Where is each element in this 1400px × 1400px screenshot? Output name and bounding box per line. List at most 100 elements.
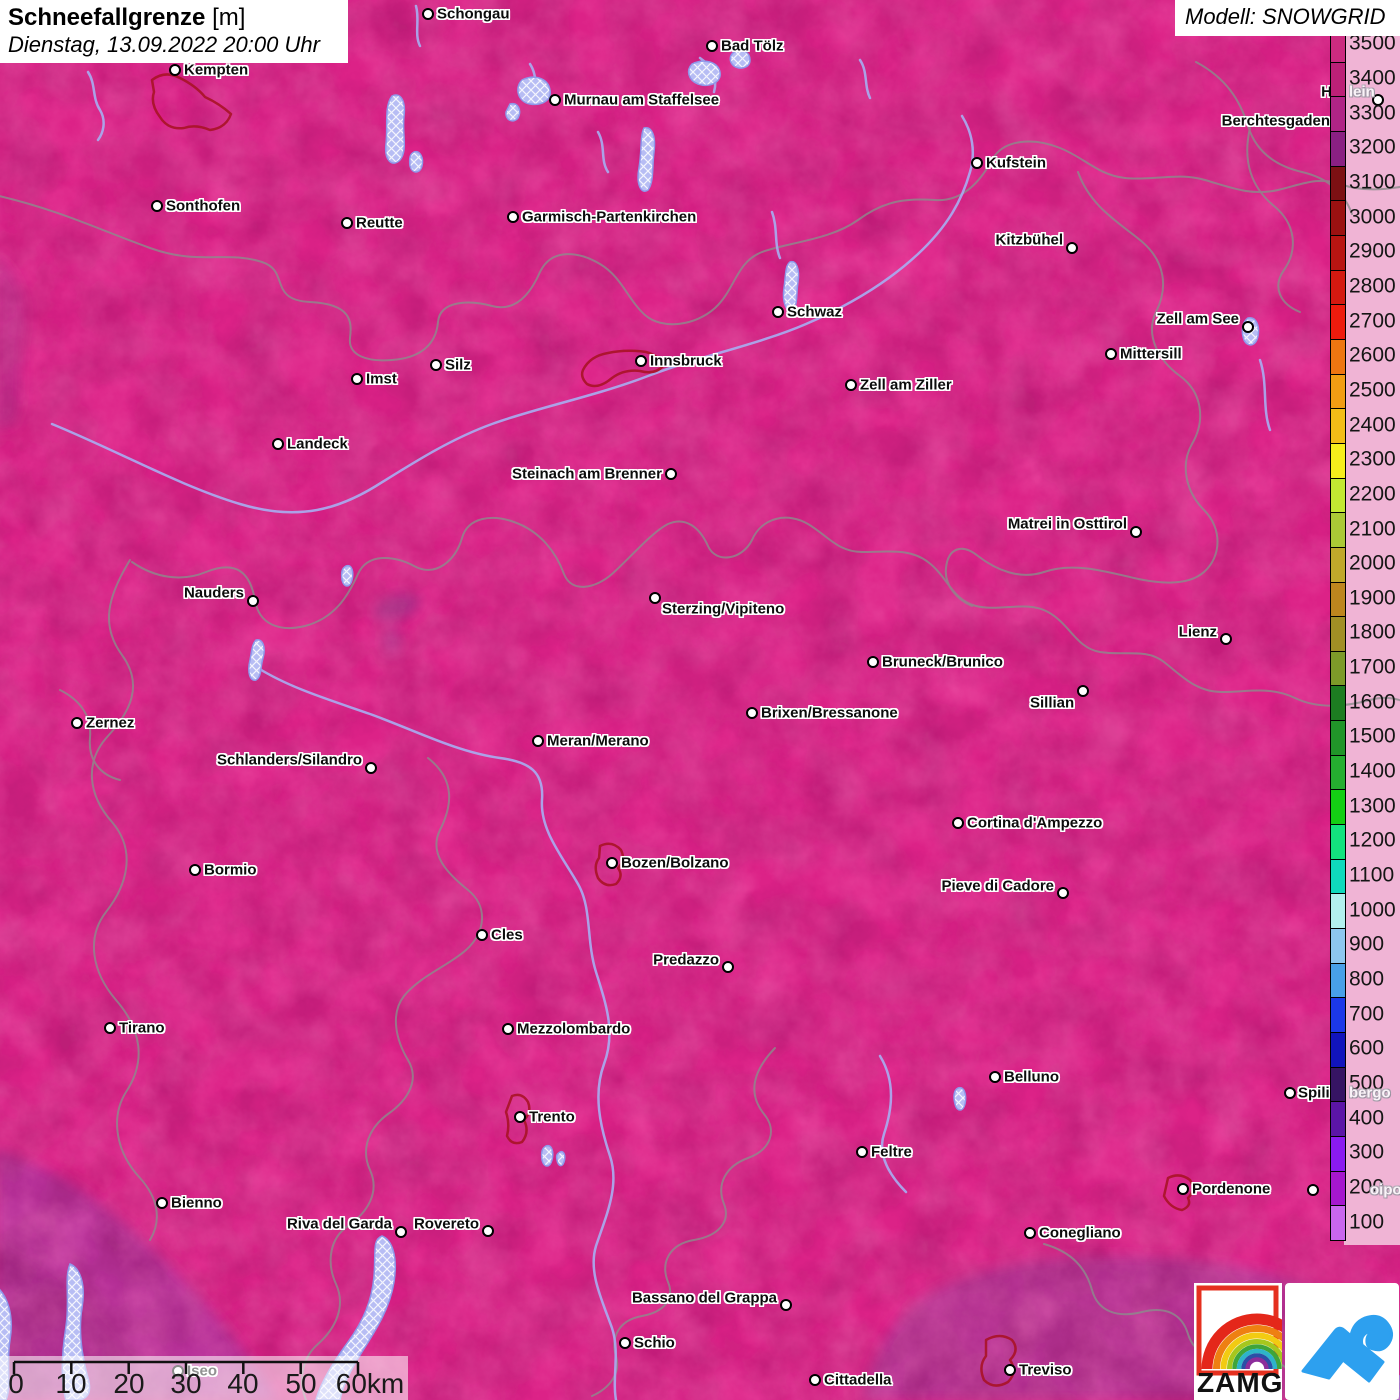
colorbar-segment — [1330, 373, 1346, 410]
city-dot — [341, 217, 353, 229]
scale-label-50: 50 — [285, 1368, 317, 1399]
city-dot — [1057, 887, 1069, 899]
city-dot — [649, 592, 661, 604]
colorbar-label: 2400 — [1349, 413, 1396, 437]
colorbar-label: 2300 — [1349, 447, 1396, 471]
colorbar-label: 3000 — [1349, 205, 1396, 229]
city-label: Bormio — [204, 861, 257, 879]
colorbar-label: 2600 — [1349, 343, 1396, 367]
scale-label-30: 30 — [170, 1368, 202, 1399]
colorbar-label: 1000 — [1349, 898, 1396, 922]
scale-label-10: 10 — [55, 1368, 87, 1399]
city-dot — [549, 94, 561, 106]
city-label: Tirano — [119, 1019, 165, 1037]
city-label: Zell am See — [1156, 310, 1239, 328]
city-label: Schio — [634, 1334, 675, 1352]
city-label: Lienz — [1178, 623, 1217, 641]
colorbar-label: 1500 — [1349, 724, 1396, 748]
scale-bar: 0 10 20 30 40 50 60km — [0, 1356, 408, 1400]
colorbar-label: 3200 — [1349, 135, 1396, 159]
colorbar-segment — [1330, 234, 1346, 272]
city-label: Treviso — [1019, 1361, 1072, 1379]
city-dot — [665, 468, 677, 480]
colorbar-segment — [1330, 1136, 1346, 1173]
city-label: Meran/Merano — [547, 732, 649, 750]
colorbar-segment — [1330, 616, 1346, 653]
scale-label-60km: 60km — [335, 1368, 405, 1399]
city-label: Spili — [1298, 1084, 1330, 1102]
city-dot — [365, 762, 377, 774]
city-dot — [482, 1225, 494, 1237]
city-label: Steinach am Brenner — [511, 465, 662, 483]
city-dot — [169, 64, 181, 76]
city-dot — [71, 717, 83, 729]
city-dot — [1024, 1227, 1036, 1239]
city-label: Bienno — [171, 1194, 222, 1212]
city-label: Sterzing/Vipiteno — [662, 600, 785, 618]
city-label: Pordenone — [1192, 1180, 1271, 1198]
colorbar-segment — [1330, 789, 1346, 826]
city-label: Cortina d'Ampezzo — [967, 814, 1103, 832]
city-dot — [104, 1022, 116, 1034]
title-box: Schneefallgrenze [m] Dienstag, 13.09.202… — [0, 0, 348, 63]
colorbar-label: 1100 — [1349, 863, 1395, 887]
colorbar-segment — [1330, 1205, 1346, 1242]
city-dot — [1284, 1087, 1296, 1099]
scale-label-40: 40 — [227, 1368, 259, 1399]
city-label: Landeck — [287, 435, 348, 453]
colorbar-segment — [1330, 581, 1346, 618]
city-dot — [272, 438, 284, 450]
colorbar-label: 2900 — [1349, 239, 1396, 263]
city-label: Murnau am Staffelsee — [564, 91, 720, 109]
zamg-logo: ZAMG — [1194, 1283, 1282, 1400]
city-dot — [952, 817, 964, 829]
colorbar-label: 1800 — [1349, 621, 1396, 645]
colorbar-segment — [1330, 928, 1346, 965]
city-dot — [706, 40, 718, 52]
city-dot — [722, 961, 734, 973]
city-label: Sonthofen — [166, 197, 241, 215]
city-label: Riva del Garda — [286, 1215, 392, 1233]
colorbar-label: 1600 — [1349, 690, 1396, 714]
colorbar-segment — [1330, 650, 1346, 687]
city-dot — [809, 1374, 821, 1386]
colorbar-segment — [1330, 685, 1346, 722]
model-label: Modell: SNOWGRID — [1185, 4, 1386, 29]
city-dot — [351, 373, 363, 385]
colorbar-segment — [1330, 1066, 1346, 1103]
city-label: Bozen/Bolzano — [621, 854, 729, 872]
city-dot — [635, 355, 647, 367]
city-label: Mittersill — [1120, 345, 1182, 363]
colorbar-label: 2100 — [1349, 517, 1396, 541]
city-label: Innsbruck — [650, 352, 722, 370]
map-title: Schneefallgrenze — [8, 4, 206, 31]
city-dot — [1066, 242, 1078, 254]
city-dot — [772, 306, 784, 318]
city-dot — [532, 735, 544, 747]
colorbar-label: 3100 — [1349, 170, 1396, 194]
colorbar-label: 1900 — [1349, 586, 1396, 610]
city-dot — [247, 595, 259, 607]
city-dot — [867, 656, 879, 668]
colorbar-segment — [1330, 546, 1346, 583]
city-dot — [1004, 1364, 1016, 1376]
colorbar-segment — [1330, 408, 1346, 445]
city-dot — [606, 857, 618, 869]
city-label: Brixen/Bressanone — [761, 704, 898, 722]
city-label: Cittadella — [824, 1371, 892, 1389]
city-dot — [1105, 348, 1117, 360]
city-label: Feltre — [871, 1143, 912, 1161]
city-label: Silz — [445, 356, 471, 374]
city-label: Kempten — [184, 61, 249, 79]
colorbar-segment — [1330, 824, 1346, 861]
city-label: Zell am Ziller — [860, 376, 952, 394]
city-label: Pieve di Cadore — [941, 877, 1054, 895]
colorbar-segment — [1330, 442, 1346, 480]
snowgrid-map-page: Schongau Bad Tölz Kempten Murnau am Staffel… — [0, 0, 1400, 1400]
city-label: Nauders — [183, 584, 244, 602]
zamg-logo-text: ZAMG — [1197, 1367, 1284, 1398]
city-dot — [1130, 526, 1142, 538]
colorbar-label: 2500 — [1349, 378, 1396, 402]
city-dot — [856, 1146, 868, 1158]
colorbar-segment — [1330, 96, 1346, 133]
